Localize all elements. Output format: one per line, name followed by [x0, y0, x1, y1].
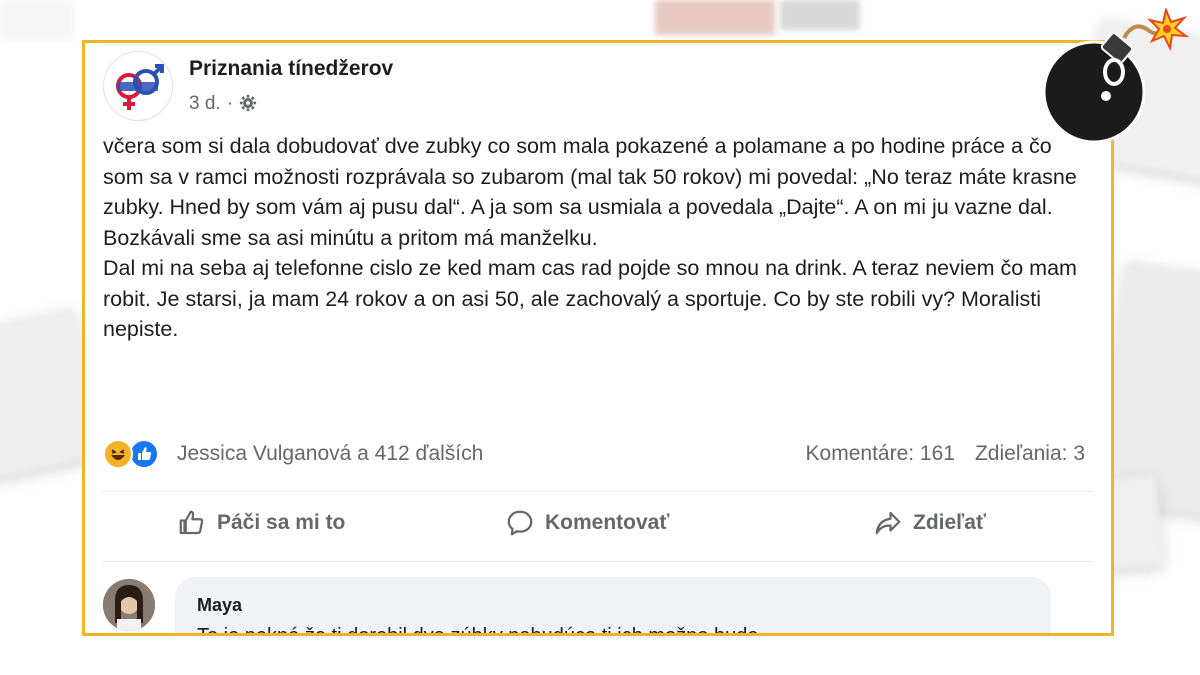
like-button[interactable]: Páči sa mi to	[177, 508, 345, 538]
comment-text: To je pekné že ti dorobil dva zúbky nabu…	[197, 625, 759, 636]
post-actions: Páči sa mi to Komentovať Zdieľať	[103, 498, 1097, 558]
like-label: Páči sa mi to	[217, 511, 346, 534]
gear-icon[interactable]	[239, 94, 257, 112]
background-blurred-photo	[780, 0, 860, 30]
share-label: Zdieľať	[913, 511, 986, 534]
post-paragraph: Dal mi na seba aj telefonne cislo ze ked…	[103, 256, 1077, 341]
like-icon	[129, 439, 159, 469]
share-icon	[875, 511, 901, 535]
comment-count[interactable]: Komentáre: 161	[806, 442, 955, 465]
divider	[103, 491, 1093, 492]
background-blurred-card	[0, 0, 75, 40]
post-paragraph: včera som si dala dobudovať dve zubky co…	[103, 134, 1077, 250]
commenter-avatar[interactable]	[103, 579, 155, 631]
page-avatar[interactable]	[103, 51, 173, 121]
comment-icon	[507, 510, 533, 536]
thumbs-up-icon	[179, 510, 204, 535]
background-blurred-photo	[655, 0, 775, 35]
post-body: včera som si dala dobudovať dve zubky co…	[103, 131, 1093, 345]
comment-author[interactable]: Maya	[197, 595, 242, 616]
post-meta: 3 d. ·	[189, 93, 257, 115]
divider	[103, 561, 1093, 562]
post-card: Priznania tínedžerov 3 d. · včera som si …	[82, 40, 1114, 636]
comment-button[interactable]: Komentovať	[505, 508, 669, 538]
reactions-bar: Jessica Vulganová a 412 ďalších Komentár…	[103, 439, 1103, 473]
comment-bubble[interactable]: Maya To je pekné že ti dorobil dva zúbky…	[175, 577, 1051, 636]
engagement-counts: Komentáre: 161 Zdieľania: 3	[806, 442, 1085, 466]
page-name[interactable]: Priznania tínedžerov	[189, 57, 393, 81]
meta-separator: ·	[226, 93, 234, 114]
share-count[interactable]: Zdieľania: 3	[975, 442, 1085, 465]
page-logo-icon	[116, 64, 164, 110]
reaction-names[interactable]: Jessica Vulganová a 412 ďalších	[177, 442, 483, 466]
reaction-icons[interactable]	[103, 439, 163, 469]
post-time[interactable]: 3 d.	[189, 93, 221, 114]
share-button[interactable]: Zdieľať	[873, 508, 986, 538]
comment-label: Komentovať	[545, 511, 670, 534]
haha-icon	[103, 439, 133, 469]
bomb-sticker-icon	[1042, 8, 1190, 144]
